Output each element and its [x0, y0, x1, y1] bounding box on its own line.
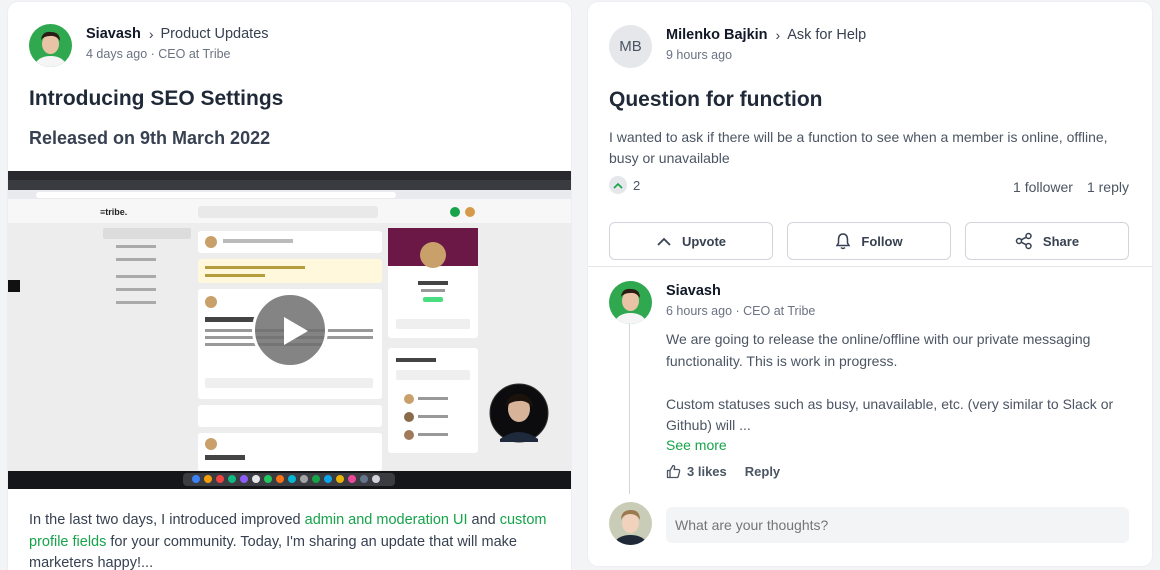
question-header: MB Milenko Bajkin › Ask for Help 9 hours…: [609, 25, 866, 68]
avatar: [609, 502, 652, 545]
divider: [588, 266, 1152, 267]
reply-meta: 6 hours ago · CEO at Tribe: [666, 304, 816, 318]
reply-button[interactable]: Reply: [745, 464, 780, 479]
upvote-label: Upvote: [681, 233, 727, 249]
share-icon: [1015, 232, 1032, 250]
play-icon[interactable]: [252, 292, 328, 368]
author-name[interactable]: Siavash: [86, 26, 141, 42]
share-label: Share: [1042, 233, 1080, 249]
chevron-up-icon: [657, 237, 671, 246]
avatar[interactable]: MB: [609, 25, 652, 68]
question-card: MB Milenko Bajkin › Ask for Help 9 hours…: [588, 2, 1152, 566]
thumbs-up-icon[interactable]: [666, 464, 681, 479]
chevron-right-icon: ›: [148, 26, 154, 42]
post-body-text: and: [467, 512, 500, 528]
see-more-link[interactable]: See more: [666, 437, 727, 453]
post-card: Siavash › Product Updates 4 days ago · C…: [8, 2, 571, 570]
composer: [609, 502, 652, 545]
reply-paragraph: Custom statuses such as busy, unavailabl…: [666, 395, 1114, 434]
question-title[interactable]: Question for function: [609, 88, 822, 112]
svg-text:≡tribe.: ≡tribe.: [100, 207, 127, 217]
chevron-right-icon: ›: [775, 27, 781, 43]
bell-icon: [836, 233, 851, 250]
upvote-number: 2: [633, 177, 641, 193]
post-subtitle: Released on 9th March 2022: [29, 128, 271, 148]
space-name[interactable]: Ask for Help: [787, 27, 866, 43]
post-title[interactable]: Introducing SEO Settings: [29, 87, 283, 111]
reply-header: Siavash 6 hours ago · CEO at Tribe: [609, 281, 815, 324]
reply-body: We are going to release the online/offli…: [666, 329, 1136, 437]
post-body: In the last two days, I introduced impro…: [29, 510, 559, 570]
question-stats: 1 follower 1 reply: [1013, 179, 1129, 195]
chevron-up-icon: [609, 176, 627, 194]
question-body: I wanted to ask if there will be a funct…: [609, 129, 1108, 166]
follow-label: Follow: [861, 233, 903, 249]
post-meta: 9 hours ago: [666, 48, 733, 62]
space-name[interactable]: Product Updates: [161, 26, 269, 42]
upvote-button[interactable]: Upvote: [609, 222, 773, 260]
follow-button[interactable]: Follow: [787, 222, 951, 260]
post-body-text: In the last two days, I introduced impro…: [29, 512, 305, 528]
likes-count[interactable]: 3 likes: [687, 464, 727, 479]
post-meta: 4 days ago · CEO at Tribe: [86, 47, 231, 61]
author-name[interactable]: Milenko Bajkin: [666, 27, 768, 43]
reply-actions: 3 likes Reply: [666, 464, 780, 479]
upvote-count: 2: [609, 176, 640, 194]
thread-line: [629, 324, 630, 494]
replies-count[interactable]: 1 reply: [1087, 179, 1129, 195]
avatar[interactable]: [29, 24, 72, 67]
admin-moderation-link[interactable]: admin and moderation UI: [305, 512, 468, 528]
share-button[interactable]: Share: [965, 222, 1129, 260]
avatar[interactable]: [609, 281, 652, 324]
comment-input[interactable]: [666, 507, 1129, 543]
author-name[interactable]: Siavash: [666, 283, 721, 299]
video-player[interactable]: ≡tribe.: [8, 171, 571, 489]
post-header: Siavash › Product Updates 4 days ago · C…: [29, 24, 269, 67]
followers-count[interactable]: 1 follower: [1013, 179, 1073, 195]
reply-paragraph: We are going to release the online/offli…: [666, 331, 1091, 369]
